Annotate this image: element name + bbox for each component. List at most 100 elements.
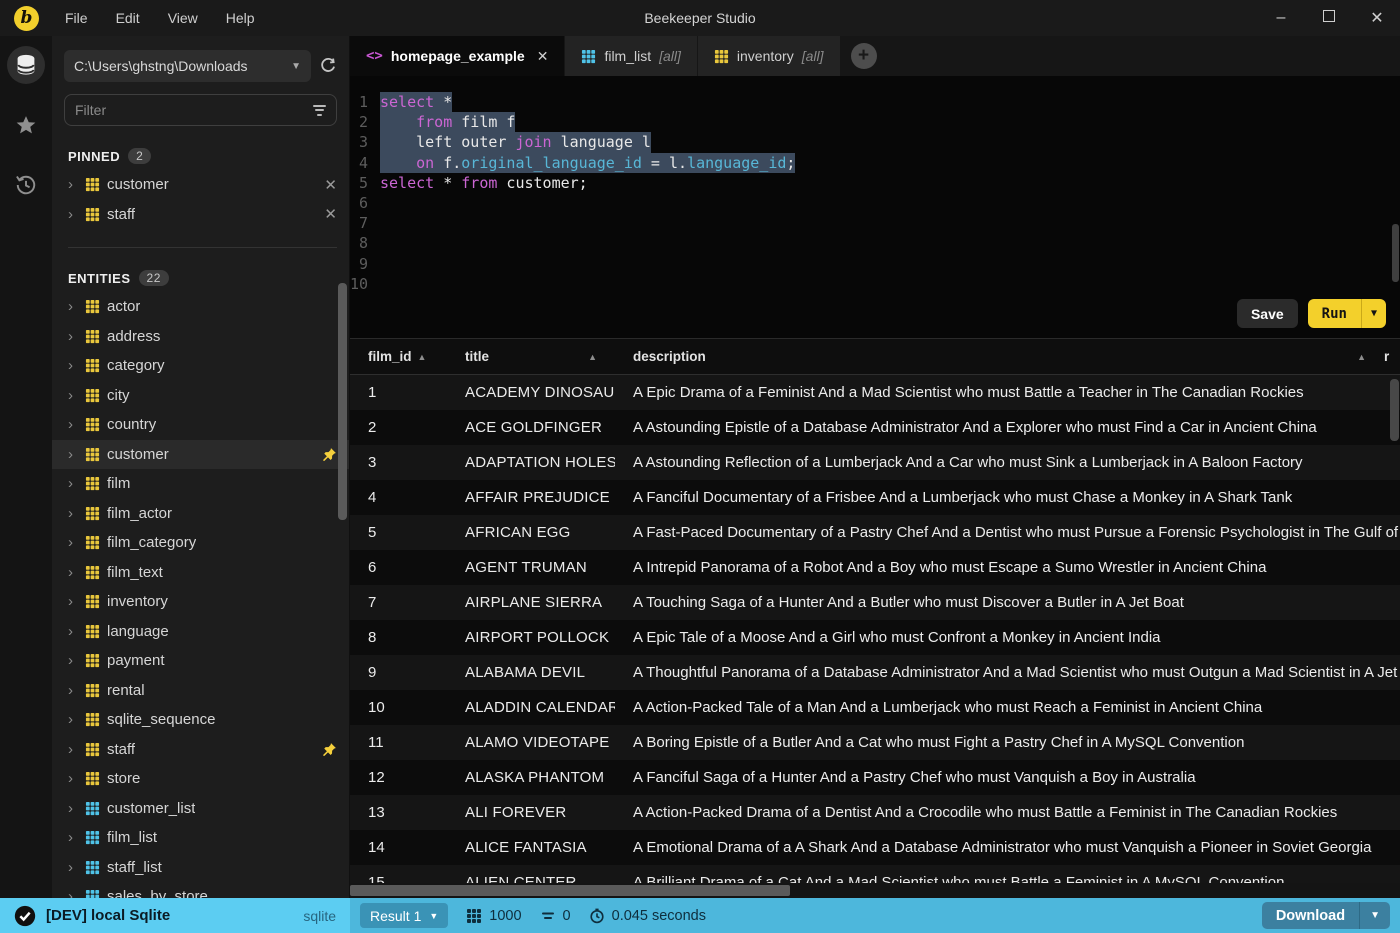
cell-film-id[interactable]: 13	[350, 804, 447, 821]
cell-description[interactable]: A Astounding Reflection of a Lumberjack …	[615, 454, 1400, 471]
cell-description[interactable]: A Astounding Epistle of a Database Admin…	[615, 419, 1400, 436]
cell-film-id[interactable]: 2	[350, 419, 447, 436]
entity-item-sqlite_sequence[interactable]: › sqlite_sequence	[52, 705, 349, 735]
cell-film-id[interactable]: 1	[350, 384, 447, 401]
chevron-right-icon[interactable]: ›	[68, 593, 78, 610]
chevron-right-icon[interactable]: ›	[68, 888, 78, 898]
pinned-item-staff[interactable]: › staff ✕	[52, 200, 349, 230]
entity-item-film[interactable]: › film	[52, 469, 349, 499]
entity-item-payment[interactable]: › payment	[52, 646, 349, 676]
table-row[interactable]: 6 AGENT TRUMAN A Intrepid Panorama of a Ro…	[350, 550, 1400, 585]
cell-title[interactable]: ALABAMA DEVIL	[447, 664, 615, 681]
entity-item-customer[interactable]: › customer	[52, 439, 349, 469]
cell-film-id[interactable]: 4	[350, 489, 447, 506]
table-row[interactable]: 15 ALIEN CENTER A Brilliant Drama of a Cat…	[350, 865, 1400, 883]
cell-film-id[interactable]: 5	[350, 524, 447, 541]
close-icon[interactable]: ✕	[1368, 8, 1386, 28]
chevron-right-icon[interactable]: ›	[68, 534, 78, 551]
horizontal-scrollbar-thumb[interactable]	[350, 885, 790, 896]
cell-description[interactable]: A Brilliant Drama of a Cat And a Mad Sci…	[615, 874, 1400, 883]
cell-title[interactable]: ALASKA PHANTOM	[447, 769, 615, 786]
cell-description[interactable]: A Intrepid Panorama of a Robot And a Boy…	[615, 559, 1400, 576]
cell-film-id[interactable]: 15	[350, 874, 447, 883]
menu-edit[interactable]: Edit	[106, 6, 150, 30]
download-dropdown-icon[interactable]: ▼	[1360, 902, 1390, 929]
download-button-label[interactable]: Download	[1262, 902, 1361, 929]
chevron-right-icon[interactable]: ›	[68, 176, 78, 193]
chevron-right-icon[interactable]: ›	[68, 741, 78, 758]
table-row[interactable]: 4 AFFAIR PREJUDICE A Fanciful Documentary …	[350, 480, 1400, 515]
connection-status[interactable]: [DEV] local Sqlite sqlite	[0, 898, 350, 933]
result-selector-button[interactable]: Result 1 ▼	[360, 903, 449, 928]
entity-item-city[interactable]: › city	[52, 381, 349, 411]
cell-title[interactable]: ACE GOLDFINGER	[447, 419, 615, 436]
unpin-close-icon[interactable]: ✕	[324, 176, 337, 194]
entity-item-inventory[interactable]: › inventory	[52, 587, 349, 617]
cell-film-id[interactable]: 3	[350, 454, 447, 471]
cell-film-id[interactable]: 11	[350, 734, 447, 751]
table-row[interactable]: 10 ALADDIN CALENDAR A Action-Packed Tale o…	[350, 690, 1400, 725]
table-row[interactable]: 3 ADAPTATION HOLES A Astounding Reflection…	[350, 445, 1400, 480]
pin-icon[interactable]	[322, 447, 337, 462]
results-scrollbar[interactable]	[1390, 379, 1399, 441]
run-dropdown-icon[interactable]: ▼	[1362, 299, 1386, 328]
table-row[interactable]: 14 ALICE FANTASIA A Emotional Drama of a A…	[350, 830, 1400, 865]
cell-description[interactable]: A Thoughtful Panorama of a Database Admi…	[615, 664, 1400, 681]
table-row[interactable]: 1 ACADEMY DINOSAUR A Epic Drama of a Femin…	[350, 375, 1400, 410]
cell-title[interactable]: AFFAIR PREJUDICE	[447, 489, 615, 506]
cell-description[interactable]: A Action-Packed Drama of a Dentist And a…	[615, 804, 1400, 821]
chevron-right-icon[interactable]: ›	[68, 387, 78, 404]
cell-description[interactable]: A Fanciful Documentary of a Frisbee And …	[615, 489, 1400, 506]
chevron-right-icon[interactable]: ›	[68, 564, 78, 581]
new-tab-button[interactable]: +	[850, 43, 877, 69]
download-button[interactable]: Download ▼	[1261, 902, 1390, 929]
menu-file[interactable]: File	[55, 6, 98, 30]
chevron-right-icon[interactable]: ›	[68, 859, 78, 876]
column-header-film-id[interactable]: film_id ▲	[350, 349, 447, 364]
cell-title[interactable]: ALADDIN CALENDAR	[447, 699, 615, 716]
cell-title[interactable]: ALI FOREVER	[447, 804, 615, 821]
refresh-icon[interactable]	[319, 57, 337, 75]
entity-item-rental[interactable]: › rental	[52, 676, 349, 706]
chevron-right-icon[interactable]: ›	[68, 652, 78, 669]
entity-item-film_text[interactable]: › film_text	[52, 558, 349, 588]
chevron-right-icon[interactable]: ›	[68, 298, 78, 315]
cell-title[interactable]: AGENT TRUMAN	[447, 559, 615, 576]
connection-selector[interactable]: C:\Users\ghstng\Downloads ▼	[64, 50, 311, 82]
tab-inventory[interactable]: inventory [all]	[697, 36, 840, 76]
table-row[interactable]: 7 AIRPLANE SIERRA A Touching Saga of a Hun…	[350, 585, 1400, 620]
entity-item-country[interactable]: › country	[52, 410, 349, 440]
entity-item-staff[interactable]: › staff	[52, 735, 349, 765]
cell-title[interactable]: ALAMO VIDEOTAPE	[447, 734, 615, 751]
cell-film-id[interactable]: 9	[350, 664, 447, 681]
cell-description[interactable]: A Fast-Paced Documentary of a Pastry Che…	[615, 524, 1400, 541]
sql-editor[interactable]: 1 select * 2 from film f3 left outer join …	[350, 76, 1400, 338]
unpin-close-icon[interactable]: ✕	[324, 205, 337, 223]
cell-description[interactable]: A Fanciful Saga of a Hunter And a Pastry…	[615, 769, 1400, 786]
cell-description[interactable]: A Touching Saga of a Hunter And a Butler…	[615, 594, 1400, 611]
chevron-right-icon[interactable]: ›	[68, 446, 78, 463]
cell-title[interactable]: ALIEN CENTER	[447, 874, 615, 883]
entity-item-address[interactable]: › address	[52, 322, 349, 352]
table-row[interactable]: 2 ACE GOLDFINGER A Astounding Epistle of a…	[350, 410, 1400, 445]
table-row[interactable]: 9 ALABAMA DEVIL A Thoughtful Panorama of a…	[350, 655, 1400, 690]
tab-homepage_example[interactable]: <> homepage_example ✕	[350, 36, 565, 76]
save-button[interactable]: Save	[1236, 299, 1298, 328]
run-button-label[interactable]: Run	[1308, 299, 1362, 328]
cell-description[interactable]: A Epic Drama of a Feminist And a Mad Sci…	[615, 384, 1400, 401]
cell-film-id[interactable]: 10	[350, 699, 447, 716]
editor-scrollbar[interactable]	[1392, 224, 1399, 282]
cell-description[interactable]: A Epic Tale of a Moose And a Girl who mu…	[615, 629, 1400, 646]
cell-film-id[interactable]: 8	[350, 629, 447, 646]
pinned-item-customer[interactable]: › customer ✕	[52, 170, 349, 200]
table-row[interactable]: 5 AFRICAN EGG A Fast-Paced Documentary of …	[350, 515, 1400, 550]
cell-film-id[interactable]: 12	[350, 769, 447, 786]
entity-item-sales_by_store[interactable]: › sales_by_store	[52, 882, 349, 898]
chevron-right-icon[interactable]: ›	[68, 328, 78, 345]
chevron-right-icon[interactable]: ›	[68, 475, 78, 492]
minimize-icon[interactable]: –	[1272, 9, 1290, 27]
sort-asc-icon[interactable]: ▲	[588, 352, 597, 362]
entity-item-film_list[interactable]: › film_list	[52, 823, 349, 853]
column-header-description[interactable]: description ▲	[615, 349, 1384, 364]
cell-title[interactable]: ALICE FANTASIA	[447, 839, 615, 856]
